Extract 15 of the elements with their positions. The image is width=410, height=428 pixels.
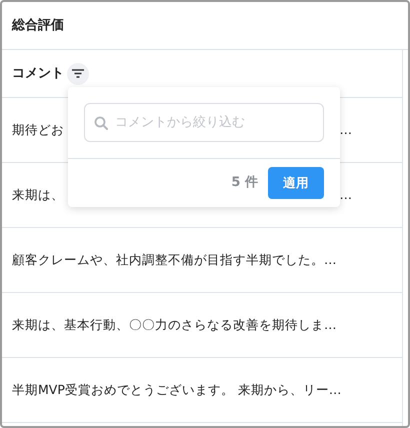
comment-cell-text: 来期は、: [12, 186, 64, 204]
column-header: コメント: [12, 64, 64, 83]
comment-cell-text: 来期は、基本行動、〇〇力のさらなる改善を期待しま…: [12, 316, 336, 334]
comment-cell-text: 顧客クレームや、社内調整不備が目指す半期でした。…: [12, 250, 336, 269]
search-icon: [94, 116, 108, 130]
apply-button[interactable]: 適用: [268, 167, 324, 199]
comment-cell-text: 半期MVP受賞おめでとうございます。 来期から、リー…: [12, 380, 342, 399]
comment-cell-text: …: [340, 186, 352, 204]
comment-cell-text: …: [340, 120, 352, 139]
filter-icon: [72, 69, 84, 78]
section-title: 総合評価: [12, 16, 64, 35]
comment-cell-text: 期待どお: [12, 120, 64, 139]
search-field[interactable]: コメントから絞り込む: [84, 103, 324, 142]
result-count: 5 件: [231, 174, 258, 192]
filter-button[interactable]: [67, 62, 89, 84]
